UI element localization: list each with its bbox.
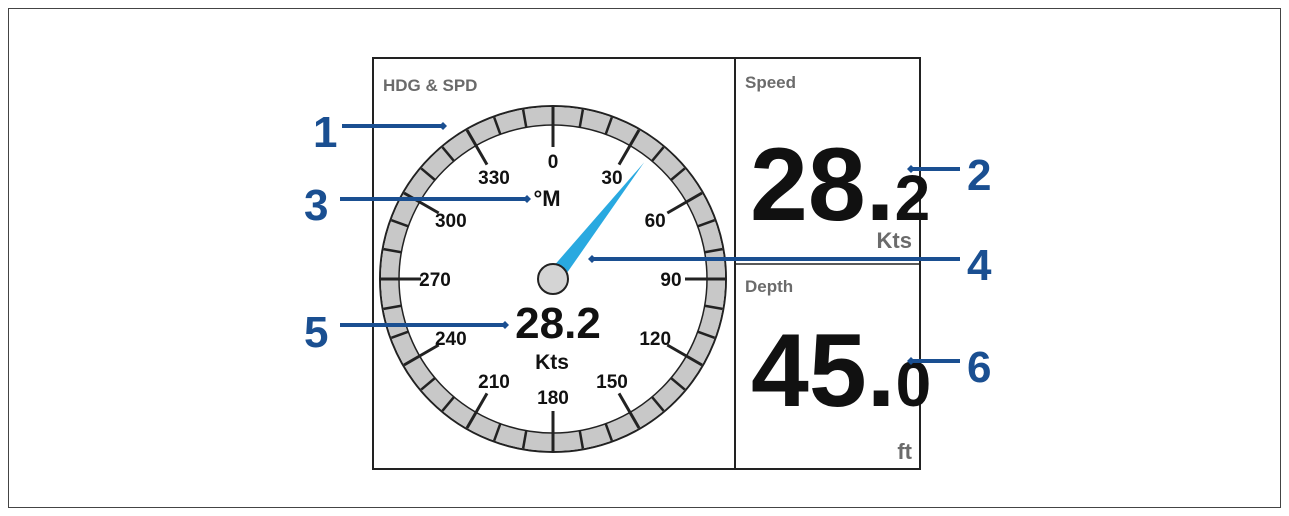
panel-title: HDG & SPD [383,76,477,95]
depth-unit: ft [897,439,912,464]
speed-unit: Kts [877,228,912,253]
callout-2: 2 [967,151,991,200]
speed-value-decimal: 2 [895,162,931,234]
compass-tick-label: 300 [435,211,467,232]
needle-hub [537,263,569,295]
speed-value-main: 28. [750,127,895,243]
compass-tick-label: 330 [478,168,510,189]
compass-speed-value: 28.2 [515,299,601,348]
compass-tick-label: 30 [601,168,622,189]
depth-value-decimal: 0 [896,348,932,420]
compass-tick-label: 270 [419,270,451,291]
compass-tick-label: 0 [548,152,559,173]
callout-4: 4 [967,241,992,290]
compass-tick-label: 90 [660,270,681,291]
compass-tick-label: 240 [435,329,467,350]
callout-3: 3 [304,181,328,230]
callout-6: 6 [967,343,991,392]
depth-tile-title: Depth [745,277,793,296]
compass-tick-label: 210 [478,372,510,393]
speed-tile-title: Speed [745,73,796,92]
compass-reference-label: °M [533,186,560,211]
compass-tick-label: 120 [639,329,671,350]
callout-1: 1 [313,108,337,157]
compass-tick-label: 150 [596,372,628,393]
compass-tick-label: 180 [537,388,569,409]
instrument-diagram: HDG & SPD Speed Depth 030609012015018021… [304,57,992,470]
compass-dial: 0306090120150180210240270300330 °M 28.2 … [379,105,727,453]
callout-5: 5 [304,308,328,357]
compass-tick-label: 60 [645,211,666,232]
depth-value-main: 45. [751,313,896,429]
compass-speed-unit: Kts [535,351,569,374]
